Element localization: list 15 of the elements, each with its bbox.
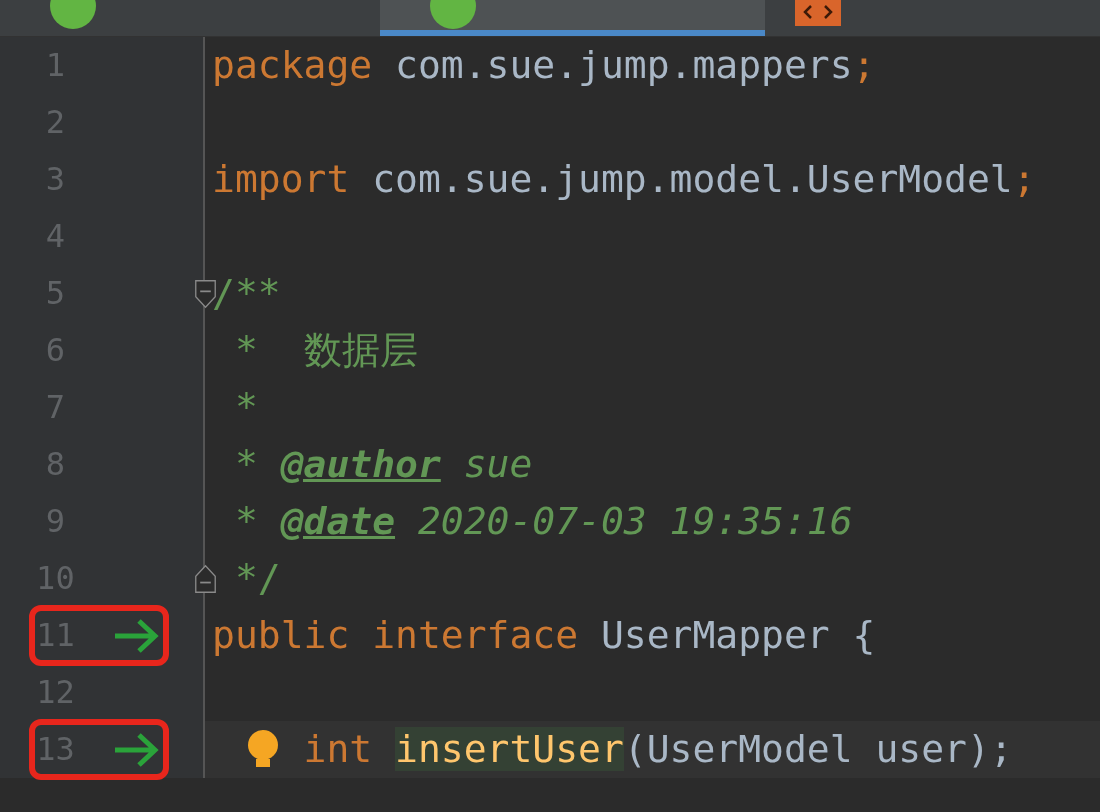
- code-line: import com.sue.jump.model.UserModel;: [212, 157, 1036, 201]
- code-line: public interface UserMapper {: [212, 613, 876, 657]
- code-line: * @author sue: [233, 442, 533, 486]
- code-line: *: [233, 385, 258, 429]
- lightbulb-icon[interactable]: [245, 729, 281, 769]
- class-icon: [50, 0, 96, 30]
- code-line: */: [233, 556, 281, 600]
- code-line: * @date 2020-07-03 19:35:16: [233, 499, 853, 543]
- editor-tab[interactable]: [380, 0, 766, 36]
- xml-file-icon: [795, 0, 842, 26]
- code-line: /**: [212, 271, 281, 315]
- class-icon: [430, 0, 477, 30]
- code-line: * 数据层: [233, 328, 418, 372]
- code-line: int insertUser(UserModel user);: [302, 727, 1013, 771]
- code-line: package com.sue.jump.mappers;: [212, 43, 876, 87]
